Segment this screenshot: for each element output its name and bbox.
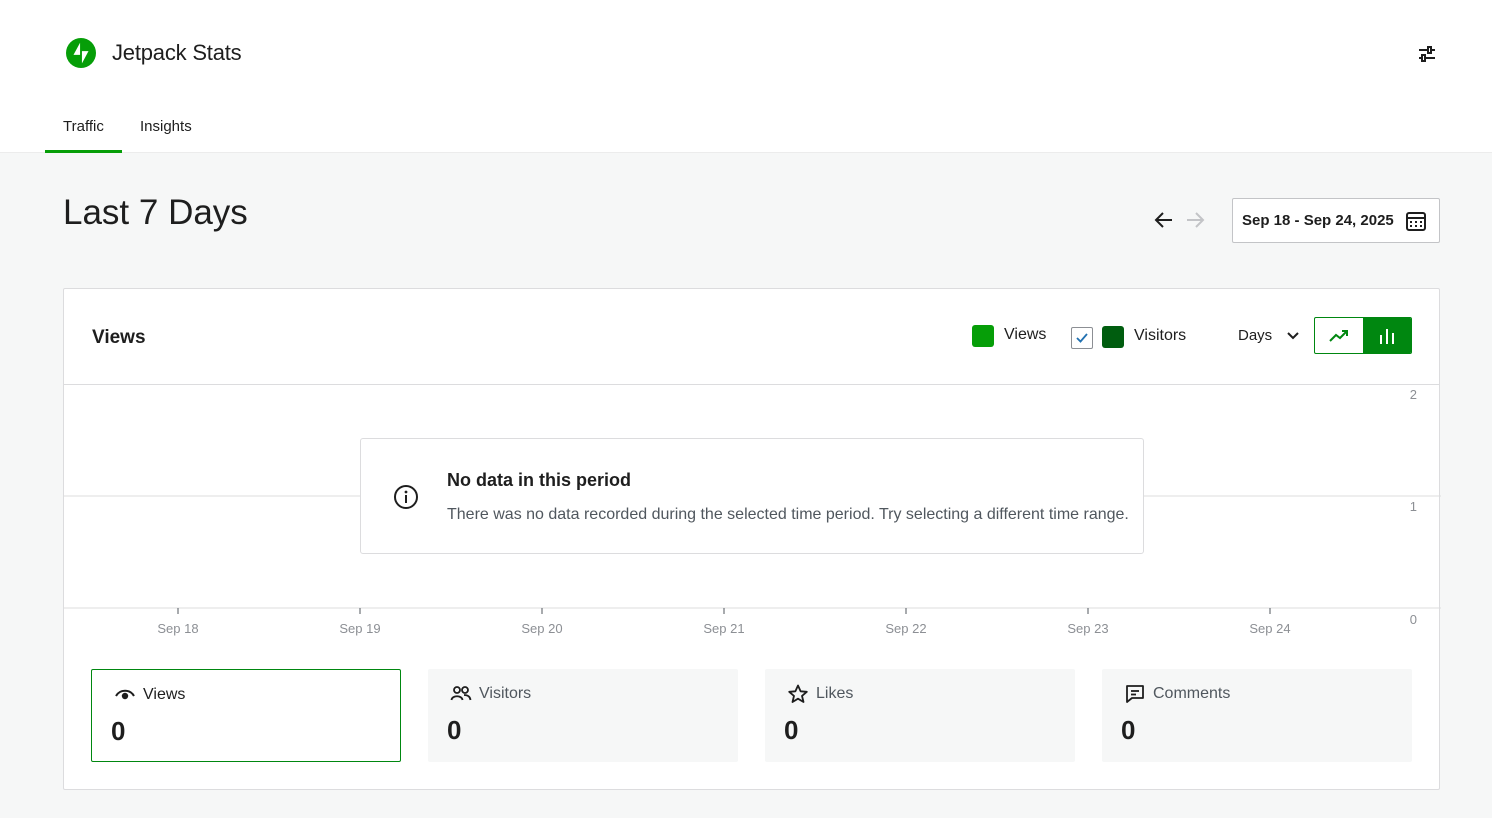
no-data-description: There was no data recorded during the se…: [447, 506, 1129, 523]
info-icon: [394, 485, 418, 509]
chevron-down-icon: [1287, 331, 1299, 339]
stat-label: Views: [143, 686, 186, 703]
stat-value: 0: [447, 715, 462, 745]
jetpack-logo-icon[interactable]: [66, 38, 96, 68]
x-tick-label: Sep 23: [1067, 621, 1108, 636]
bar-chart-icon: [1380, 328, 1394, 344]
comment-icon: [1126, 685, 1144, 703]
bar-chart-button[interactable]: [1363, 318, 1411, 353]
legend-label-visitors: Visitors: [1134, 327, 1187, 344]
arrow-left-icon: [1154, 212, 1172, 228]
settings-button[interactable]: [1412, 40, 1442, 68]
eye-icon: [115, 689, 135, 700]
no-data-notice: No data in this period There was no data…: [360, 438, 1144, 554]
arrow-right-icon: [1187, 212, 1205, 228]
y-tick-label: 0: [1410, 612, 1417, 627]
tab-insights[interactable]: Insights: [122, 106, 210, 153]
next-period-button[interactable]: [1184, 208, 1206, 232]
visitors-checkbox[interactable]: [1071, 327, 1093, 349]
x-tick-label: Sep 18: [157, 621, 198, 636]
stat-value: 0: [111, 716, 126, 746]
chart-view-toggle: [1314, 317, 1412, 354]
stat-label: Likes: [816, 685, 854, 702]
x-tick-label: Sep 21: [703, 621, 744, 636]
period-select-label: Days: [1238, 327, 1273, 344]
stat-label: Visitors: [479, 685, 532, 702]
x-tick-label: Sep 22: [885, 621, 926, 636]
x-tick-label: Sep 24: [1249, 621, 1290, 636]
header: Jetpack Stats Traffic Insights: [0, 0, 1492, 153]
legend-swatch-views: [972, 325, 994, 347]
sliders-icon: [1419, 46, 1435, 62]
legend-label-views: Views: [1004, 326, 1047, 343]
stat-card-visitors[interactable]: Visitors 0: [428, 669, 738, 762]
line-chart-icon: [1329, 329, 1348, 342]
calendar-icon: [1406, 212, 1426, 231]
stat-card-likes[interactable]: Likes 0: [765, 669, 1075, 762]
tab-traffic[interactable]: Traffic: [45, 106, 122, 153]
date-range-button[interactable]: Sep 18 - Sep 24, 2025: [1232, 198, 1440, 243]
app-title: Jetpack Stats: [112, 40, 242, 65]
stat-card-comments[interactable]: Comments 0: [1102, 669, 1412, 762]
x-tick-label: Sep 20: [521, 621, 562, 636]
stat-value: 0: [1121, 715, 1136, 745]
date-range-label: Sep 18 - Sep 24, 2025: [1242, 212, 1394, 229]
previous-period-button[interactable]: [1153, 208, 1175, 232]
line-chart-button[interactable]: [1315, 318, 1363, 353]
stat-card-views[interactable]: Views 0: [91, 669, 401, 762]
chart-title: Views: [92, 327, 146, 348]
y-tick-label: 1: [1410, 499, 1417, 514]
no-data-title: No data in this period: [447, 470, 632, 490]
views-chart-card: Views Views Visitors Days 012Sep 18 Sep …: [63, 288, 1441, 790]
people-icon: [450, 686, 472, 701]
y-tick-label: 2: [1410, 387, 1417, 402]
checkmark-icon: [1076, 333, 1088, 343]
stat-value: 0: [784, 715, 799, 745]
star-icon: [788, 684, 808, 703]
page-title: Last 7 Days: [63, 193, 248, 232]
x-tick-label: Sep 19: [339, 621, 380, 636]
stat-label: Comments: [1153, 685, 1231, 702]
period-select[interactable]: Days: [1238, 327, 1300, 344]
legend-swatch-visitors: [1102, 326, 1124, 348]
